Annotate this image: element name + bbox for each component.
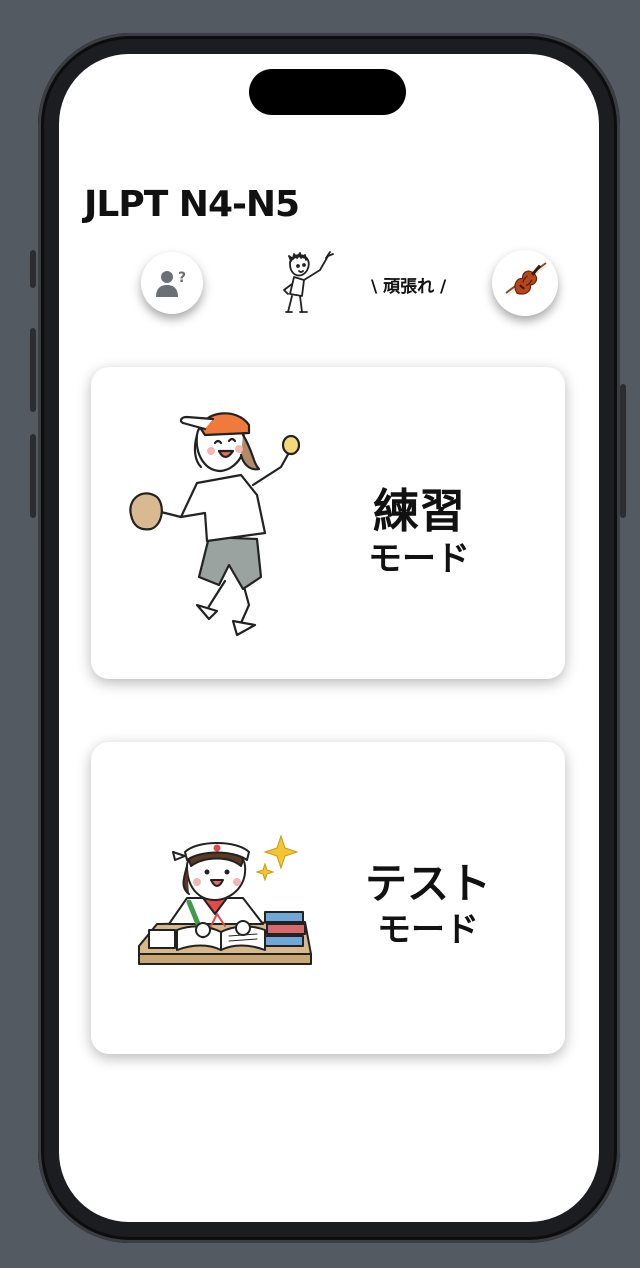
test-mode-card[interactable]: テスト モード [91, 742, 565, 1054]
dynamic-island [249, 69, 406, 115]
practice-mode-card[interactable]: 練習 モード [91, 367, 565, 679]
app-screen: JLPT N4-N5 ? \ 頑張れ / 練習 モード テスト モード [59, 54, 599, 1222]
app-title: JLPT N4-N5 [84, 184, 300, 225]
action-button [30, 250, 36, 288]
pointing-boy-illustration [283, 251, 334, 313]
baseball-girl-illustration [129, 412, 301, 637]
svg-text:?: ? [178, 270, 186, 286]
volume-down-button [30, 434, 36, 518]
person-question-icon: ? [156, 270, 186, 297]
violin-button[interactable] [492, 250, 558, 316]
cheer-text: \ 頑張れ / [371, 277, 447, 297]
studying-student-illustration [138, 834, 312, 965]
test-mode-subtitle: モード [377, 910, 479, 950]
violin-icon [505, 262, 547, 296]
practice-mode-subtitle: モード [368, 539, 470, 579]
volume-up-button [30, 328, 36, 412]
help-button[interactable]: ? [141, 252, 203, 314]
power-button [620, 384, 626, 518]
